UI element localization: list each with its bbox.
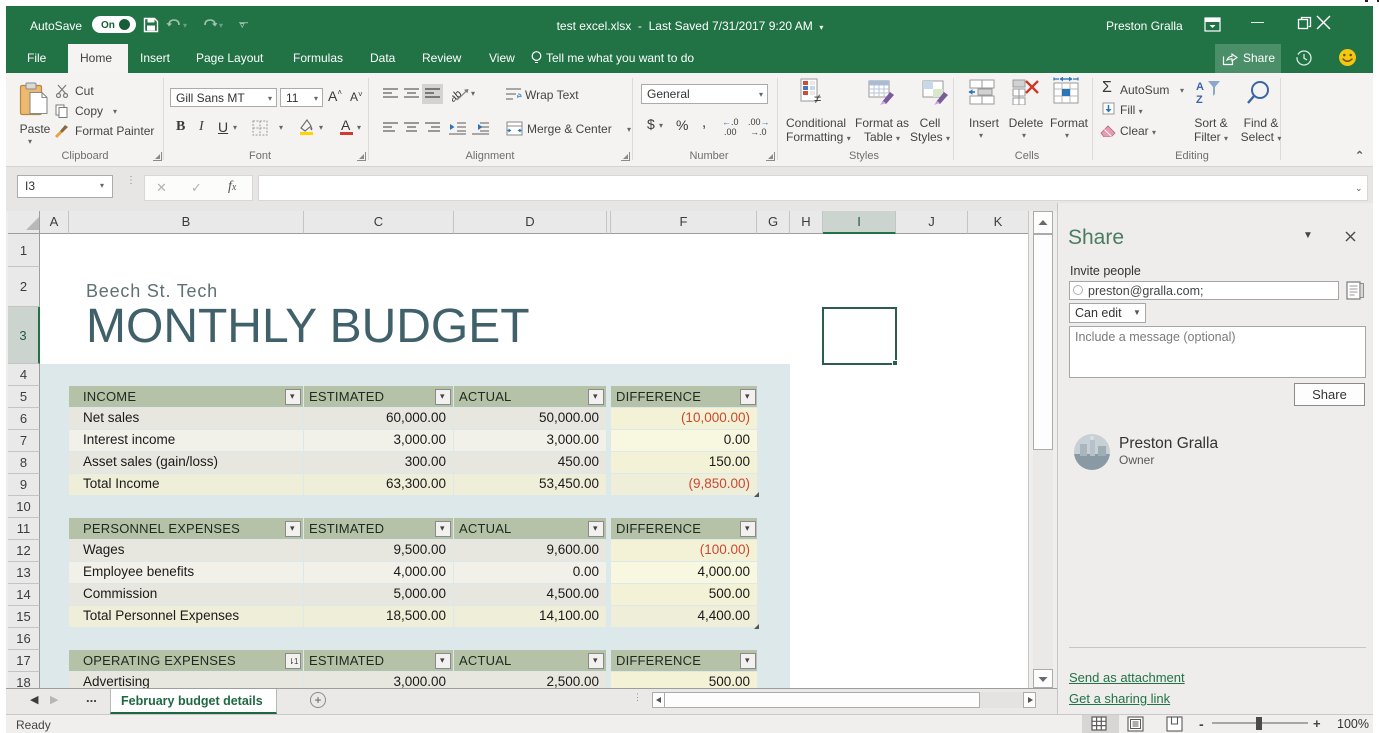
svg-text:≠: ≠ xyxy=(814,91,821,105)
svg-text:Z: Z xyxy=(1196,94,1203,105)
svg-text:A: A xyxy=(1196,81,1204,93)
